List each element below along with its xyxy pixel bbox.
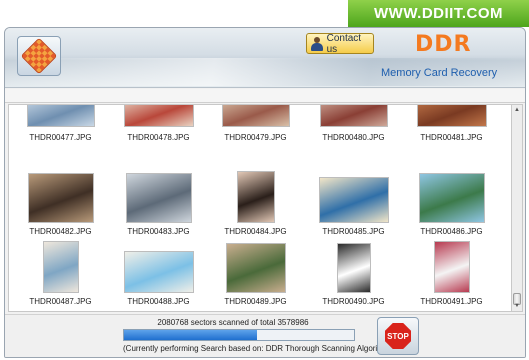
thumbnail-gallery: THDR00477.JPG THDR00478.JPG THDR00479.JPG T… (8, 104, 512, 312)
thumbnail-item[interactable]: THDR00490.JPG (306, 235, 401, 311)
header: Contact us DDR Memory Card Recovery (5, 28, 525, 88)
app-root: WWW.DDIIT.COM Contact us DDR Memory Card… (0, 0, 529, 360)
dancers-photo (221, 105, 290, 127)
thumbnail-filename: THDR00490.JPG (322, 297, 385, 306)
umbrella-beach-photo (123, 251, 194, 293)
app-logo (17, 36, 61, 76)
thumbnail-filename: THDR00477.JPG (29, 133, 92, 142)
thumbnail-item[interactable]: THDR00487.JPG (13, 235, 108, 311)
thumbnail-filename: THDR00489.JPG (224, 297, 287, 306)
stop-sign-icon: STOP (385, 323, 411, 349)
status-panel: 2080768 sectors scanned of total 3578986… (5, 314, 525, 357)
island-photo (418, 173, 485, 223)
vertical-scrollbar[interactable]: ▲ ▼ (512, 104, 523, 312)
thumbnail-item[interactable]: THDR00486.JPG (404, 165, 499, 245)
thumbnail-item[interactable]: THDR00482.JPG (13, 165, 108, 245)
brand-name: DDR (415, 32, 472, 57)
logo-icon (20, 37, 58, 75)
office-photo (125, 173, 192, 223)
thumbnail-item[interactable]: THDR00485.JPG (306, 165, 401, 245)
website-banner[interactable]: WWW.DDIIT.COM (348, 0, 529, 27)
product-name: Memory Card Recovery (381, 67, 498, 79)
crowd-photo (416, 105, 487, 127)
party-photo (319, 105, 388, 127)
scan-progress-bar (123, 329, 355, 341)
beach-photo (318, 177, 389, 223)
contact-us-button[interactable]: Contact us (306, 32, 374, 55)
stop-button[interactable]: STOP (377, 317, 419, 355)
thumbnail-filename: THDR00480.JPG (322, 133, 385, 142)
thumbnail-item[interactable]: THDR00483.JPG (111, 165, 206, 245)
main-window: Contact us DDR Memory Card Recovery THDR… (4, 27, 526, 358)
skaters-photo (26, 105, 95, 127)
thumbnail-item[interactable]: THDR00489.JPG (208, 235, 303, 311)
thumbnail-item[interactable]: THDR00491.JPG (404, 235, 499, 311)
scroll-down-icon[interactable]: ▼ (512, 302, 522, 310)
woman-sitting-photo (42, 241, 79, 293)
portrait-photo (236, 171, 275, 223)
family-photo (225, 243, 286, 293)
thumbnail-item[interactable]: THDR00484.JPG (208, 165, 303, 245)
couple-photo (27, 173, 94, 223)
scan-progress-fill (124, 330, 258, 340)
scroll-up-icon[interactable]: ▲ (512, 106, 522, 114)
thumbnail-filename: THDR00487.JPG (29, 297, 92, 306)
thumbnail-filename: THDR00481.JPG (420, 133, 483, 142)
toolbar-strip (5, 89, 525, 103)
woman-laptop-photo (336, 243, 371, 293)
contact-us-label: Contact us (326, 32, 362, 55)
person-icon (310, 36, 324, 51)
group-dinner-photo (123, 105, 194, 127)
thumbnail-filename: THDR00491.JPG (420, 297, 483, 306)
thumbnail-filename: THDR00488.JPG (127, 297, 190, 306)
thumbnail-filename: THDR00478.JPG (127, 133, 190, 142)
thumbnail-item[interactable]: THDR00488.JPG (111, 235, 206, 311)
sectors-scanned-text: 2080768 sectors scanned of total 3578986 (157, 318, 309, 327)
thumbnail-filename: THDR00479.JPG (224, 133, 287, 142)
woman-standing-photo (433, 241, 470, 293)
scan-method-note: (Currently performing Search based on: D… (123, 344, 394, 353)
